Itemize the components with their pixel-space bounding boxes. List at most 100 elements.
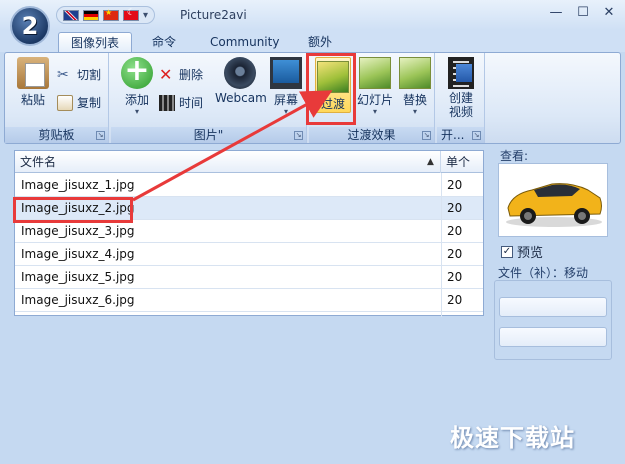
slideshow-button[interactable]: 幻灯片 ▾ bbox=[355, 57, 395, 116]
delete-button[interactable]: ✕ 删除 bbox=[159, 65, 203, 85]
cut-button[interactable]: ✂ 切割 bbox=[57, 65, 101, 85]
screen-button[interactable]: 屏幕 ▾ bbox=[269, 57, 303, 116]
slideshow-dropdown-icon: ▾ bbox=[372, 107, 377, 116]
uk-flag-icon[interactable] bbox=[63, 9, 79, 21]
webcam-label: Webcam bbox=[215, 91, 267, 105]
image-preview bbox=[498, 163, 608, 237]
germany-flag-icon[interactable] bbox=[83, 9, 99, 21]
cut-label: 切割 bbox=[77, 68, 102, 82]
info-field-1 bbox=[499, 297, 607, 317]
create-launcher-icon[interactable]: ↘ bbox=[472, 131, 481, 140]
time-label: 时间 bbox=[179, 96, 204, 110]
clipboard-launcher-icon[interactable]: ↘ bbox=[96, 131, 105, 140]
preview-checkbox[interactable]: ✓ bbox=[501, 245, 513, 258]
row-count: 20 bbox=[447, 224, 463, 238]
replace-label: 替换 bbox=[402, 93, 427, 107]
title-bar: ▾ Picture2avi — ☐ ✕ bbox=[0, 0, 625, 30]
paste-label: 粘贴 bbox=[20, 93, 45, 107]
paste-button[interactable]: 粘贴 bbox=[13, 57, 53, 108]
window-title: Picture2avi bbox=[180, 8, 247, 22]
webcam-button[interactable]: Webcam bbox=[215, 57, 267, 105]
paste-icon bbox=[17, 57, 49, 89]
copy-label: 复制 bbox=[77, 96, 102, 110]
add-button[interactable]: 添加 ▾ bbox=[119, 53, 155, 116]
add-dropdown-icon: ▾ bbox=[134, 107, 139, 116]
info-field-2 bbox=[499, 327, 607, 347]
group-create: 创建视频 开... ↘ bbox=[437, 53, 485, 143]
tab-community[interactable]: Community bbox=[198, 32, 291, 52]
app-menu-button[interactable]: 2 bbox=[10, 6, 50, 46]
film-strip-icon bbox=[159, 95, 175, 111]
slideshow-label: 幻灯片 bbox=[356, 93, 393, 107]
group-label-transitions: 过渡效果 bbox=[309, 127, 434, 143]
info-box bbox=[494, 280, 612, 360]
tab-commands[interactable]: 命令 bbox=[140, 32, 188, 52]
image-list[interactable]: 文件名 ▲ 单个 Image_jisuxz_1.jpg 20 Image_jis… bbox=[14, 150, 484, 317]
row-filename: Image_jisuxz_3.jpg bbox=[21, 224, 135, 238]
tab-extra[interactable]: 额外 bbox=[296, 32, 344, 52]
view-label: 查看: bbox=[500, 149, 529, 163]
car-preview-image bbox=[502, 170, 606, 232]
row-filename: Image_jisuxz_5.jpg bbox=[21, 270, 135, 284]
group-images: 添加 ▾ ✕ 删除 时间 Webcam 屏幕 ▾ 图片" ↘ bbox=[111, 53, 307, 143]
file-status: 文件（补）：移动 bbox=[498, 266, 589, 280]
ribbon-tabs: 图像列表 命令 Community 额外 bbox=[0, 30, 625, 52]
row-filename: Image_jisuxz_4.jpg bbox=[21, 247, 135, 261]
create-video-button[interactable]: 创建视频 bbox=[443, 57, 479, 119]
qat-customize-icon[interactable]: ▾ bbox=[143, 10, 148, 21]
minimize-button[interactable]: — bbox=[545, 4, 567, 22]
column-header-count[interactable]: 单个 bbox=[441, 151, 485, 173]
copy-button[interactable]: 复制 bbox=[57, 93, 101, 113]
row-filename: Image_jisuxz_6.jpg bbox=[21, 293, 135, 307]
delete-label: 删除 bbox=[179, 68, 204, 82]
table-row[interactable]: Image_jisuxz_3.jpg 20 bbox=[15, 220, 483, 243]
group-label-clipboard: 剪贴板 bbox=[5, 127, 108, 143]
preview-label: 预览 bbox=[517, 246, 544, 261]
tab-image-list[interactable]: 图像列表 bbox=[58, 32, 133, 52]
webcam-icon bbox=[224, 57, 256, 89]
column-header-filename[interactable]: 文件名 bbox=[15, 151, 441, 173]
list-header: 文件名 ▲ 单个 bbox=[15, 151, 483, 173]
copy-icon bbox=[57, 95, 73, 111]
maximize-button[interactable]: ☐ bbox=[572, 4, 594, 22]
create-video-label: 创建视频 bbox=[448, 91, 473, 119]
quick-access-toolbar: ▾ bbox=[56, 6, 156, 24]
time-button[interactable]: 时间 bbox=[159, 93, 203, 113]
sort-ascending-icon: ▲ bbox=[427, 157, 434, 167]
turkey-flag-icon[interactable] bbox=[123, 8, 139, 21]
transition-highlight bbox=[306, 53, 356, 125]
row-count: 20 bbox=[447, 293, 463, 307]
scissors-icon: ✂ bbox=[57, 67, 69, 83]
close-button[interactable]: ✕ bbox=[598, 4, 620, 22]
replace-dropdown-icon: ▾ bbox=[412, 107, 417, 116]
row-count: 20 bbox=[447, 178, 463, 192]
watermark-text: 极速下载站 bbox=[450, 424, 575, 452]
row-count: 20 bbox=[447, 270, 463, 284]
row-filename: Image_jisuxz_1.jpg bbox=[21, 178, 135, 192]
screen-dropdown-icon: ▾ bbox=[283, 107, 288, 116]
table-row[interactable]: Image_jisuxz_1.jpg 20 bbox=[15, 174, 483, 197]
column-separator bbox=[441, 173, 442, 317]
selected-row-highlight bbox=[13, 197, 133, 223]
group-clipboard: 粘贴 ✂ 切割 复制 剪贴板 ↘ bbox=[5, 53, 109, 143]
preview-toggle[interactable]: ✓ 预览 bbox=[501, 242, 543, 261]
add-icon bbox=[121, 53, 153, 89]
delete-icon: ✕ bbox=[159, 65, 173, 84]
table-row[interactable]: Image_jisuxz_4.jpg 20 bbox=[15, 243, 483, 266]
row-count: 20 bbox=[447, 247, 463, 261]
screen-label: 屏幕 bbox=[273, 93, 298, 107]
group-label-images: 图片" bbox=[111, 127, 306, 143]
replace-button[interactable]: 替换 ▾ bbox=[397, 57, 433, 116]
transitions-launcher-icon[interactable]: ↘ bbox=[422, 131, 431, 140]
replace-icon bbox=[399, 57, 431, 89]
table-row[interactable]: Image_jisuxz_6.jpg 20 bbox=[15, 289, 483, 312]
create-video-icon bbox=[448, 57, 474, 89]
slideshow-icon bbox=[359, 57, 391, 89]
monitor-icon bbox=[270, 57, 302, 89]
app-logo: 2 bbox=[21, 12, 39, 40]
table-row[interactable]: Image_jisuxz_5.jpg 20 bbox=[15, 266, 483, 289]
row-count: 20 bbox=[447, 201, 463, 215]
images-launcher-icon[interactable]: ↘ bbox=[294, 131, 303, 140]
china-flag-icon[interactable] bbox=[103, 8, 119, 21]
add-label: 添加 bbox=[124, 93, 149, 107]
